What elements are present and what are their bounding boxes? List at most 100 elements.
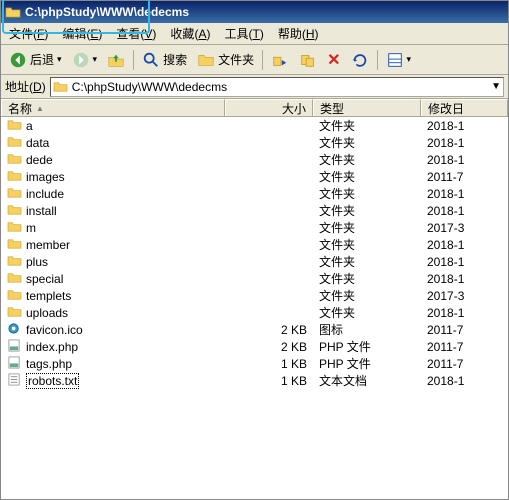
list-item[interactable]: plus文件夹2018-1 [1, 253, 508, 270]
filename-label: special [26, 272, 63, 286]
cell-size: 2 KB [225, 323, 313, 337]
dropdown-icon: ▾ [93, 54, 98, 65]
filename-label: uploads [26, 306, 68, 320]
cell-size: 1 KB [225, 374, 313, 388]
separator [133, 50, 134, 70]
cell-modified: 2018-1 [421, 306, 508, 320]
folder-icon [7, 135, 22, 151]
back-arrow-icon [9, 51, 27, 69]
cell-type: 文本文档 [313, 372, 421, 389]
folder-icon [7, 271, 22, 287]
back-button[interactable]: 后退 ▾ [5, 48, 66, 72]
menu-help[interactable]: 帮助(H) [274, 23, 323, 44]
folder-icon [5, 4, 21, 20]
folder-icon [7, 169, 22, 185]
cell-modified: 2018-1 [421, 272, 508, 286]
cell-modified: 2018-1 [421, 238, 508, 252]
list-item[interactable]: uploads文件夹2018-1 [1, 304, 508, 321]
cell-name: m [1, 220, 225, 236]
address-go-icon[interactable]: ▼ [491, 81, 501, 92]
folders-button[interactable]: 文件夹 [193, 48, 258, 72]
filename-label: include [26, 187, 64, 201]
cell-name: images [1, 169, 225, 185]
list-item[interactable]: images文件夹2011-7 [1, 168, 508, 185]
folder-icon [53, 80, 68, 93]
menu-view[interactable]: 查看(V) [112, 23, 160, 44]
filename-label: data [26, 136, 49, 150]
menu-tools[interactable]: 工具(T) [220, 23, 267, 44]
menu-favorites[interactable]: 收藏(A) [166, 23, 214, 44]
cell-size: 2 KB [225, 340, 313, 354]
cell-name: plus [1, 254, 225, 270]
address-input[interactable] [72, 80, 487, 94]
menu-edit[interactable]: 编辑(E) [58, 23, 106, 44]
col-name[interactable]: 名称 [1, 99, 225, 116]
cell-name: a [1, 118, 225, 134]
cell-type: 文件夹 [313, 185, 421, 202]
delete-icon: ✕ [327, 50, 340, 70]
views-icon [386, 51, 404, 69]
list-item[interactable]: m 文件夹2017-3 [1, 219, 508, 236]
col-type[interactable]: 类型 [313, 99, 421, 116]
address-label: 地址(D) [5, 78, 46, 95]
forward-button[interactable]: ▾ [68, 48, 102, 72]
undo-button[interactable] [347, 48, 373, 72]
cell-type: 文件夹 [313, 236, 421, 253]
cell-name: uploads [1, 305, 225, 321]
address-bar: 地址(D) ▼ [1, 75, 508, 99]
folder-icon [7, 288, 22, 304]
cell-modified: 2017-3 [421, 289, 508, 303]
back-label: 后退 [30, 51, 54, 68]
move-button[interactable] [267, 48, 293, 72]
views-button[interactable]: ▾ [382, 48, 416, 72]
cell-type: 文件夹 [313, 202, 421, 219]
php-icon [7, 339, 22, 355]
copy-button[interactable] [295, 48, 321, 72]
list-item[interactable]: templets 文件夹2017-3 [1, 287, 508, 304]
undo-icon [351, 51, 369, 69]
filename-label: plus [26, 255, 48, 269]
delete-button[interactable]: ✕ [323, 48, 344, 72]
col-modified[interactable]: 修改日 [421, 99, 508, 116]
php-icon [7, 356, 22, 372]
folder-icon [7, 152, 22, 168]
cell-modified: 2018-1 [421, 119, 508, 133]
cell-modified: 2017-3 [421, 221, 508, 235]
cell-type: 文件夹 [313, 219, 421, 236]
cell-name: robots.txt [1, 373, 225, 389]
cell-name: favicon.ico [1, 322, 225, 338]
list-item[interactable]: member文件夹2018-1 [1, 236, 508, 253]
up-button[interactable] [103, 48, 129, 72]
col-size[interactable]: 大小 [225, 99, 313, 116]
list-item[interactable]: a文件夹2018-1 [1, 117, 508, 134]
cell-type: 文件夹 [313, 168, 421, 185]
toolbar: 后退 ▾ ▾ 搜索 文件夹 ✕ ▾ [1, 45, 508, 75]
move-icon [271, 51, 289, 69]
ico-icon [7, 322, 22, 338]
list-item[interactable]: dede文件夹2018-1 [1, 151, 508, 168]
list-item[interactable]: tags.php1 KBPHP 文件2011-7 [1, 355, 508, 372]
list-item[interactable]: install文件夹2018-1 [1, 202, 508, 219]
cell-size: 1 KB [225, 357, 313, 371]
address-box[interactable]: ▼ [50, 77, 504, 97]
list-item[interactable]: index.php2 KBPHP 文件2011-7 [1, 338, 508, 355]
txt-icon [7, 373, 22, 389]
list-item[interactable]: include文件夹2018-1 [1, 185, 508, 202]
menu-file[interactable]: 文件(F) [5, 23, 52, 44]
cell-modified: 2018-1 [421, 136, 508, 150]
filename-label: a [26, 119, 33, 133]
list-item[interactable]: data文件夹2018-1 [1, 134, 508, 151]
search-button[interactable]: 搜索 [138, 48, 191, 72]
filename-label: templets [26, 289, 71, 303]
filename-label: m [26, 221, 36, 235]
cell-modified: 2018-1 [421, 255, 508, 269]
list-item[interactable]: special文件夹2018-1 [1, 270, 508, 287]
forward-arrow-icon [72, 51, 90, 69]
dropdown-icon: ▾ [407, 54, 412, 65]
cell-type: 文件夹 [313, 287, 421, 304]
window-title: C:\phpStudy\WWW\dedecms [25, 5, 189, 19]
filename-label: install [26, 204, 57, 218]
list-item[interactable]: favicon.ico2 KB图标2011-7 [1, 321, 508, 338]
file-list[interactable]: a文件夹2018-1data文件夹2018-1dede文件夹2018-1imag… [1, 117, 508, 499]
list-item[interactable]: robots.txt1 KB文本文档2018-1 [1, 372, 508, 389]
